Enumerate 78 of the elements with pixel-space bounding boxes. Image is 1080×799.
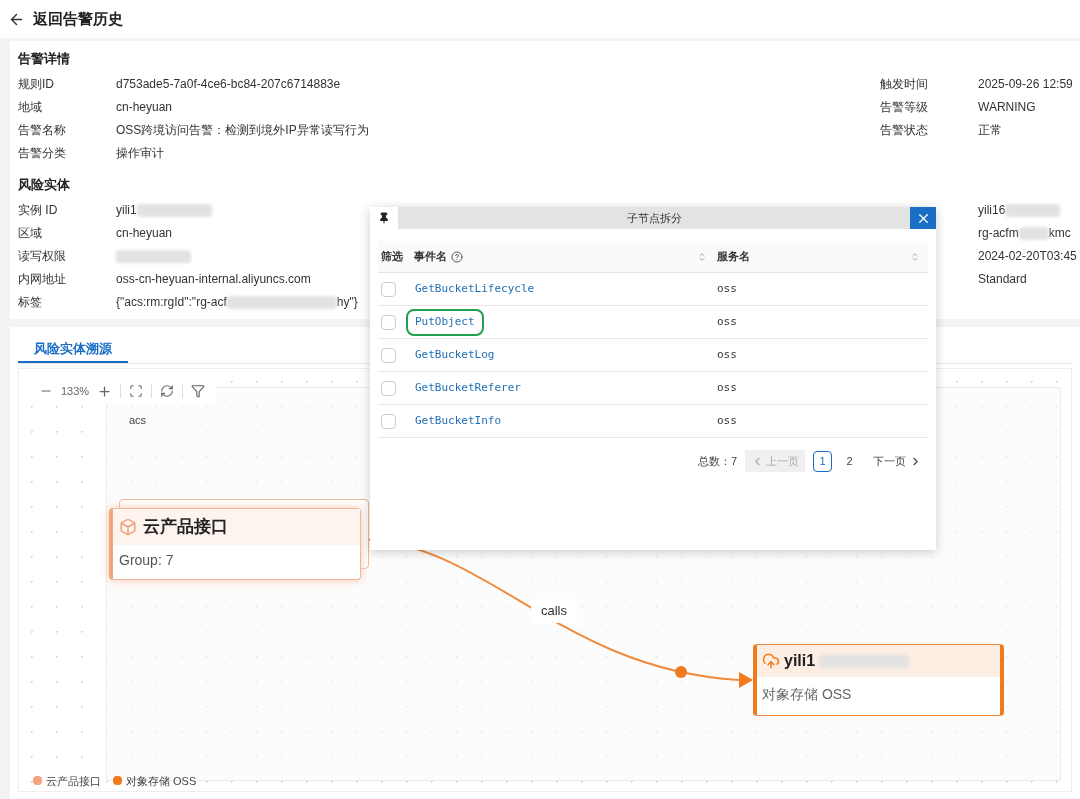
close-button[interactable]: [910, 207, 936, 229]
refresh-icon[interactable]: [160, 384, 175, 398]
service-cell-text: oss: [716, 379, 737, 396]
field-value: 正常: [978, 121, 1002, 139]
field-value: cn-heyuan: [116, 224, 173, 242]
field-value: d753ade5-7a0f-4ce6-bc84-207c6714883e: [116, 75, 341, 93]
field-value: rg-acfm: [978, 224, 1019, 242]
field-label: 标签: [18, 293, 43, 311]
field-value: 2024-02-20T03:45: [978, 247, 1077, 265]
service-cell-text: oss: [716, 346, 737, 363]
row-checkbox[interactable]: [381, 281, 396, 297]
field-label: 读写权限: [18, 247, 67, 265]
field-value: {"acs:rm:rgId":"rg-acf: [116, 293, 227, 311]
field-value: WARNING: [978, 98, 1036, 116]
section-title: 风险实体: [18, 176, 71, 195]
field-label: 触发时间: [880, 75, 929, 93]
row-checkbox[interactable]: [381, 413, 396, 429]
service-cell-text: oss: [716, 412, 737, 429]
fit-view-icon[interactable]: [129, 384, 144, 398]
column-header: 服务名: [716, 249, 750, 265]
arrow-head-icon: [739, 672, 753, 688]
row-checkbox[interactable]: [381, 380, 396, 396]
page-button[interactable]: 2: [840, 450, 859, 472]
field-value: cn-heyuan: [116, 98, 173, 116]
legend-label: 云产品接口: [46, 773, 101, 789]
field-label: 地域: [18, 98, 43, 116]
row-checkbox[interactable]: [381, 314, 396, 330]
field-label: 规则ID: [18, 75, 55, 93]
filter-icon[interactable]: [191, 384, 206, 398]
zoom-in-icon[interactable]: [97, 383, 113, 399]
dialog-title: 子节点拆分: [625, 210, 683, 226]
node-title: 云产品接口: [143, 516, 228, 539]
event-link[interactable]: GetBucketReferer: [406, 375, 530, 402]
node-title: yili1: [784, 651, 816, 671]
field-value: yili1: [116, 201, 137, 219]
field-value: Standard: [978, 270, 1027, 288]
event-link[interactable]: GetBucketLog: [406, 342, 504, 369]
field-label: 告警状态: [880, 121, 929, 139]
help-icon[interactable]: [451, 250, 463, 263]
legend-label: 对象存储 OSS: [126, 773, 197, 789]
column-header: 事件名: [414, 249, 447, 265]
back-link[interactable]: 返回告警历史: [33, 7, 123, 31]
field-value: 操作审计: [116, 144, 164, 162]
field-value: kmc: [1048, 224, 1071, 242]
node-subtitle: 对象存储 OSS: [761, 685, 853, 704]
blurred-text: [1005, 203, 1061, 217]
pin-icon: [378, 212, 390, 224]
blurred-text: [1018, 226, 1049, 240]
cloud-icon: [762, 652, 780, 670]
pin-button[interactable]: [370, 207, 398, 229]
node-subtitle: Group: 7: [118, 551, 175, 570]
service-cell-text: oss: [716, 313, 737, 330]
service-cell-text: oss: [716, 280, 737, 297]
column-header: 筛选: [380, 249, 404, 265]
group-label: acs: [129, 413, 147, 428]
row-checkbox[interactable]: [381, 347, 396, 363]
field-value: hy"}: [336, 293, 358, 311]
tab[interactable]: 风险实体溯源: [18, 337, 128, 363]
field-label: 区域: [18, 224, 43, 242]
field-label: 内网地址: [18, 270, 67, 288]
next-page-button[interactable]: 下一页: [873, 452, 922, 470]
field-value: OSS跨境访问告警：检测到境外IP异常读写行为: [116, 121, 369, 139]
field-label: 实例 ID: [18, 201, 59, 219]
field-value: yili16: [978, 201, 1006, 219]
event-link[interactable]: PutObject: [406, 309, 484, 336]
edge-dot: [675, 666, 687, 678]
field-value: oss-cn-heyuan-internal.aliyuncs.com: [116, 270, 311, 288]
event-link[interactable]: GetBucketLifecycle: [406, 276, 544, 303]
zoom-level: 133%: [61, 383, 90, 399]
total-count: 总数：7: [697, 453, 737, 469]
field-label: 告警等级: [880, 98, 929, 116]
section-title: 告警详情: [18, 50, 71, 69]
field-label: 告警分类: [18, 144, 67, 162]
field-value: 2025-09-26 12:59: [978, 75, 1073, 93]
field-label: 告警名称: [18, 121, 67, 139]
page-button[interactable]: 1: [813, 450, 832, 472]
event-link[interactable]: GetBucketInfo: [406, 408, 511, 435]
cube-icon: [119, 518, 137, 536]
